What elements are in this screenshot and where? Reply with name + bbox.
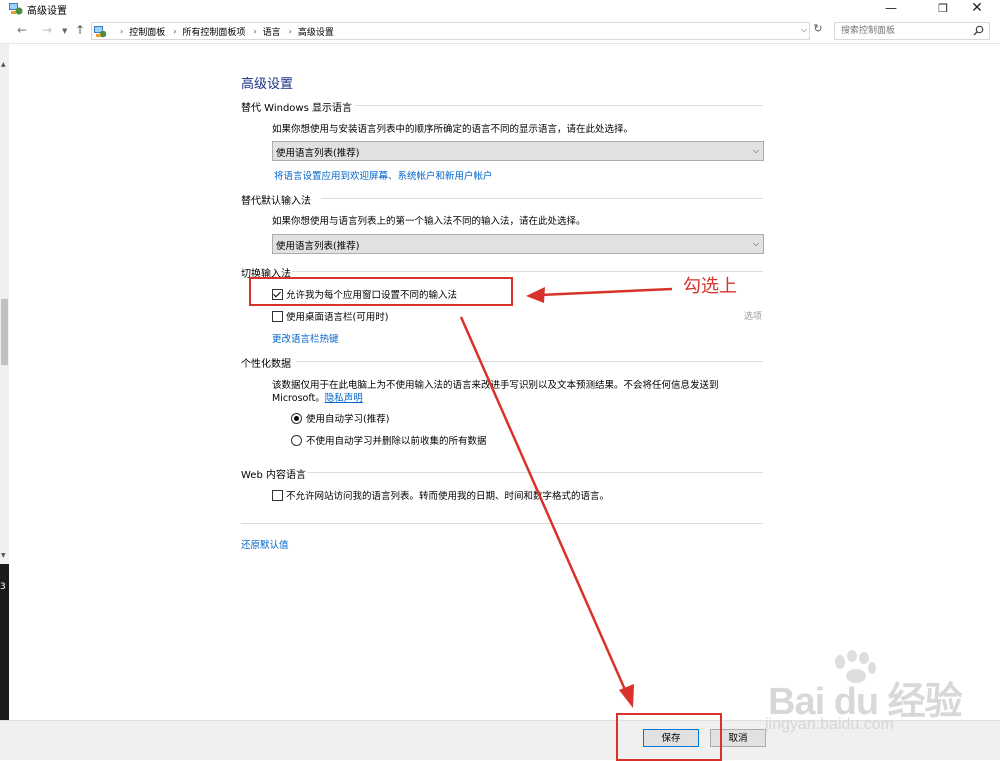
display-language-select-value: 使用语言列表(推荐) (276, 148, 360, 159)
web-language-list-label: 不允许网站访问我的语言列表。转而使用我的日期、时间和数字格式的语言。 (286, 491, 610, 502)
chevron-right-icon[interactable]: › (173, 27, 176, 36)
desktop-language-bar-checkbox[interactable] (272, 310, 283, 322)
section-divider (355, 105, 763, 106)
personalization-description-line2: Microsoft。隐私声明 (272, 390, 363, 404)
control-panel-icon (9, 3, 23, 15)
annotation-highlight-checkbox (249, 277, 513, 306)
desktop-language-bar-label: 使用桌面语言栏(可用时) (286, 312, 389, 323)
section-divider (241, 523, 763, 524)
breadcrumb-language[interactable]: 语言 (263, 25, 281, 38)
annotation-arrowhead (619, 684, 634, 708)
control-panel-icon (94, 26, 107, 38)
section-divider (307, 472, 763, 473)
annotation-arrow-line (539, 287, 673, 297)
restore-defaults-link[interactable]: 还原默认值 (241, 537, 289, 551)
default-input-select-value: 使用语言列表(推荐) (276, 241, 360, 252)
chevron-right-icon[interactable]: › (253, 27, 256, 36)
title-bar: 高级设置 — ❐ ✕ (0, 0, 1000, 18)
background-window-text: 3 (0, 582, 6, 592)
chevron-right-icon[interactable]: › (289, 27, 292, 36)
section-title-personalization: 个性化数据 (241, 359, 291, 370)
minimize-button[interactable]: — (869, 0, 913, 18)
refresh-icon[interactable]: ↻ (811, 22, 825, 38)
web-language-list-checkbox[interactable] (272, 489, 283, 501)
chevron-right-icon: › (120, 27, 124, 36)
scroll-up-icon[interactable]: ▲ (1, 61, 6, 68)
breadcrumb-advanced-settings[interactable]: 高级设置 (298, 25, 334, 38)
display-language-description: 如果你想使用与安装语言列表中的顺序所确定的语言不同的显示语言，请在此处选择。 (272, 124, 634, 135)
privacy-statement-link[interactable]: 隐私声明 (325, 393, 363, 404)
annotation-arrow-line (459, 316, 628, 693)
personalization-description-microsoft: Microsoft。 (272, 393, 325, 404)
no-auto-learning-label: 不使用自动学习并删除以前收集的所有数据 (306, 436, 487, 447)
up-arrow-icon[interactable]: ↑ (75, 23, 85, 37)
page-title: 高级设置 (241, 77, 294, 92)
annotation-highlight-save (616, 713, 722, 761)
scroll-down-icon[interactable]: ▼ (1, 552, 6, 559)
breadcrumb-control-panel[interactable]: 控制面板 (129, 25, 165, 38)
personalization-description-line1: 该数据仅用于在此电脑上为不使用输入法的语言来改进手写识别以及文本预测结果。不会将… (272, 380, 719, 391)
watermark-url: jingyan.baidu.com (765, 716, 894, 733)
web-language-list-option[interactable]: 不允许网站访问我的语言列表。转而使用我的日期、时间和数字格式的语言。 (272, 488, 609, 502)
auto-learning-label: 使用自动学习(推荐) (306, 414, 390, 425)
chevron-down-icon: ⌵ (752, 239, 759, 248)
window-title: 高级设置 (27, 6, 67, 17)
section-divider (296, 361, 763, 362)
navigation-bar: ← → ▼ ↑ › 控制面板 › 所有控制面板项 › 语言 › 高级设置 ⌵ ↻ (0, 19, 1000, 44)
forward-arrow-icon[interactable]: → (42, 23, 52, 37)
apply-to-welcome-screen-link[interactable]: 将语言设置应用到欢迎屏幕、系统帐户和新用户帐户 (274, 168, 493, 182)
no-auto-learning-option[interactable]: 不使用自动学习并删除以前收集的所有数据 (291, 433, 487, 447)
baidu-watermark: Bai du 经验 jingyan.baidu.com (760, 650, 990, 750)
breadcrumb-all-items[interactable]: 所有控制面板项 (182, 25, 245, 38)
recent-locations-chevron-icon[interactable]: ▼ (62, 27, 67, 35)
no-auto-learning-radio[interactable] (291, 434, 302, 446)
language-bar-options-link[interactable]: 选项 (744, 309, 762, 322)
scrollbar-thumb[interactable] (1, 299, 8, 365)
desktop-language-bar-option[interactable]: 使用桌面语言栏(可用时) (272, 309, 388, 323)
annotation-arrowhead (526, 287, 545, 303)
close-button[interactable]: ✕ (955, 0, 999, 18)
search-input[interactable] (835, 23, 975, 39)
display-language-select[interactable]: 使用语言列表(推荐) ⌵ (272, 141, 764, 161)
section-title-web-content: Web 内容语言 (241, 470, 306, 481)
search-box (834, 22, 990, 40)
change-hotkeys-link[interactable]: 更改语言栏热键 (272, 331, 339, 345)
section-title-display-language: 替代 Windows 显示语言 (241, 103, 352, 114)
scrollbar[interactable]: ▲ ▼ (0, 44, 9, 564)
section-divider (321, 198, 763, 199)
annotation-text: 勾选上 (683, 276, 737, 297)
default-input-description: 如果你想使用与语言列表上的第一个输入法不同的输入法，请在此处选择。 (272, 216, 586, 227)
chevron-down-icon[interactable]: ⌵ (801, 25, 807, 35)
chevron-down-icon: ⌵ (752, 146, 759, 155)
search-icon[interactable] (973, 25, 984, 36)
address-bar[interactable]: › 控制面板 › 所有控制面板项 › 语言 › 高级设置 ⌵ (91, 22, 810, 40)
breadcrumb: › 控制面板 › 所有控制面板项 › 语言 › 高级设置 (112, 25, 334, 38)
section-title-default-input: 替代默认输入法 (241, 196, 311, 207)
auto-learning-option[interactable]: 使用自动学习(推荐) (291, 411, 389, 425)
auto-learning-radio[interactable] (291, 412, 302, 424)
default-input-select[interactable]: 使用语言列表(推荐) ⌵ (272, 234, 764, 254)
back-arrow-icon[interactable]: ← (17, 23, 27, 37)
